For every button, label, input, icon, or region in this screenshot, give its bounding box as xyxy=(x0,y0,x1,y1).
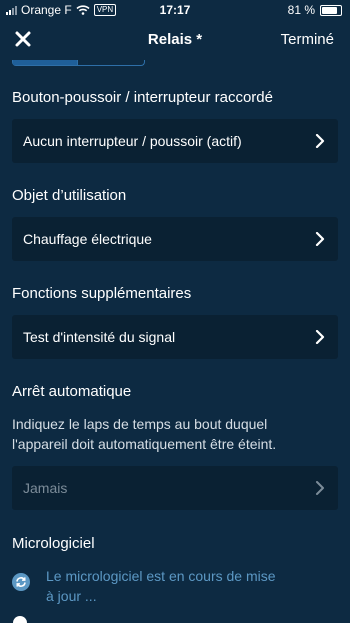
status-bar: Orange F VPN 17:17 81 % xyxy=(0,0,350,20)
radio-icon xyxy=(13,616,27,623)
usage-object-row[interactable]: Chauffage électrique xyxy=(12,217,338,261)
battery-percentage: 81 % xyxy=(287,3,315,17)
section-label-firmware: Micrologiciel xyxy=(12,535,95,552)
chevron-right-icon xyxy=(315,330,325,344)
chevron-right-icon xyxy=(315,134,325,148)
firmware-status-text: Le micrologiciel est en cours de mise à … xyxy=(46,566,326,606)
done-button[interactable]: Terminé xyxy=(281,31,334,48)
firmware-status-line1: Le micrologiciel est en cours de mise xyxy=(46,568,276,584)
button-switch-row[interactable]: Aucun interrupteur / poussoir (actif) xyxy=(12,119,338,163)
section-label-button-switch: Bouton-poussoir / interrupteur raccordé xyxy=(12,89,273,106)
segment-divider xyxy=(77,60,78,65)
sync-icon xyxy=(12,573,30,591)
usage-object-value: Chauffage électrique xyxy=(23,231,152,247)
auto-off-row[interactable]: Jamais xyxy=(12,466,338,510)
status-right: 81 % xyxy=(288,3,342,17)
battery-icon xyxy=(320,4,342,16)
auto-off-description: Indiquez le laps de temps au bout duquel… xyxy=(12,414,332,454)
auto-off-description-line2: l'appareil doit automatiquement être éte… xyxy=(12,436,277,452)
extra-functions-row[interactable]: Test d'intensité du signal xyxy=(12,315,338,359)
segment-active[interactable] xyxy=(13,60,77,65)
section-label-usage-object: Objet d’utilisation xyxy=(12,187,127,204)
segmented-control[interactable] xyxy=(12,60,145,66)
chevron-right-icon xyxy=(315,232,325,246)
auto-off-value: Jamais xyxy=(23,480,68,496)
extra-functions-value: Test d'intensité du signal xyxy=(23,329,176,345)
firmware-status-line2: à jour ... xyxy=(46,588,97,604)
button-switch-value: Aucun interrupteur / poussoir (actif) xyxy=(23,133,242,149)
auto-off-description-line1: Indiquez le laps de temps au bout duquel xyxy=(12,416,268,432)
navigation-bar: Relais * Terminé xyxy=(0,20,350,60)
section-label-auto-off: Arrêt automatique xyxy=(12,383,132,400)
section-label-extra-functions: Fonctions supplémentaires xyxy=(12,285,192,302)
chevron-right-icon xyxy=(316,481,324,495)
partially-visible-row xyxy=(12,612,338,623)
